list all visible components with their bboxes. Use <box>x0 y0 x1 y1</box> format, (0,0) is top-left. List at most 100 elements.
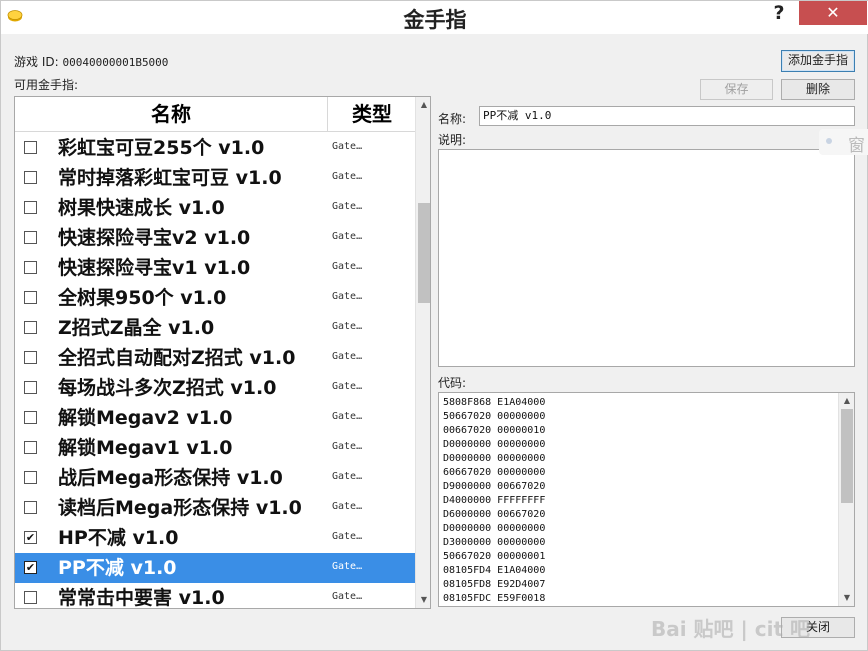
cheat-enabled-checkbox[interactable] <box>24 441 37 454</box>
cheat-enabled-checkbox[interactable] <box>24 591 37 604</box>
code-scrollbar[interactable]: ▲ ▼ <box>838 393 854 606</box>
cheat-name: 全树果950个 v1.0 <box>58 287 227 309</box>
cheat-enabled-checkbox[interactable] <box>24 471 37 484</box>
watermark: Bai 贴吧 | cit 吧 <box>651 617 811 641</box>
code-scroll-up-icon[interactable]: ▲ <box>839 393 854 409</box>
table-row[interactable]: 常时掉落彩虹宝可豆 v1.0 Gate… <box>15 163 415 193</box>
cheat-name: 快速探险寻宝v2 v1.0 <box>58 227 251 249</box>
game-id-caption: 游戏 ID: <box>14 55 59 69</box>
table-row[interactable]: 解锁Megav1 v1.0 Gate… <box>15 433 415 463</box>
table-row[interactable]: 快速探险寻宝v2 v1.0 Gate… <box>15 223 415 253</box>
list-scrollbar[interactable]: ▲ ▼ <box>415 97 430 608</box>
window-title: 金手指 <box>403 8 467 32</box>
cheat-enabled-checkbox[interactable] <box>24 321 37 334</box>
code-line: D0000000 00000000 <box>443 439 546 450</box>
cheat-enabled-checkbox[interactable] <box>24 201 37 214</box>
cheat-name: 彩虹宝可豆255个 v1.0 <box>58 137 265 159</box>
cheat-type: Gate… <box>332 471 363 482</box>
table-row[interactable]: 每场战斗多次Z招式 v1.0 Gate… <box>15 373 415 403</box>
game-id-value: 00040000001B5000 <box>62 56 169 69</box>
table-row[interactable]: 全树果950个 v1.0 Gate… <box>15 283 415 313</box>
cheat-type: Gate… <box>332 201 363 212</box>
cheat-name: PP不减 v1.0 <box>58 557 177 579</box>
scroll-up-icon[interactable]: ▲ <box>416 97 430 113</box>
cheat-enabled-checkbox[interactable] <box>24 501 37 514</box>
code-line: 00667020 00000010 <box>443 425 546 436</box>
table-row[interactable]: ✔ PP不减 v1.0 Gate… <box>15 553 415 583</box>
description-textarea[interactable] <box>438 149 855 367</box>
cheats-dialog: 金手指 ? ✕ 游戏 ID: 00040000001B5000 可用金手指: 添… <box>0 0 868 651</box>
cheat-type: Gate… <box>332 321 363 332</box>
table-row[interactable]: 树果快速成长 v1.0 Gate… <box>15 193 415 223</box>
add-cheat-button[interactable]: 添加金手指 <box>781 50 855 72</box>
code-scroll-down-icon[interactable]: ▼ <box>839 590 854 606</box>
code-line: D0000000 00000000 <box>443 453 546 464</box>
cheat-type: Gate… <box>332 531 363 542</box>
cheat-type: Gate… <box>332 441 363 452</box>
table-row[interactable]: Z招式Z晶全 v1.0 Gate… <box>15 313 415 343</box>
help-button[interactable]: ? <box>763 1 795 25</box>
table-row[interactable]: 解锁Megav2 v1.0 Gate… <box>15 403 415 433</box>
description-label: 说明: <box>438 133 467 147</box>
cheat-name: 常常击中要害 v1.0 <box>58 587 225 609</box>
code-line: D3000000 00000000 <box>443 537 546 548</box>
cheat-type: Gate… <box>332 591 363 602</box>
cheat-name: Z招式Z晶全 v1.0 <box>58 317 215 339</box>
cheat-enabled-checkbox[interactable] <box>24 231 37 244</box>
cheat-enabled-checkbox[interactable] <box>24 411 37 424</box>
column-header-name[interactable]: 名称 <box>15 97 328 132</box>
code-line: 50667020 00000001 <box>443 551 546 562</box>
table-row[interactable]: 常常击中要害 v1.0 Gate… <box>15 583 415 609</box>
cheat-name: 全招式自动配对Z招式 v1.0 <box>58 347 296 369</box>
cheat-name: 快速探险寻宝v1 v1.0 <box>58 257 251 279</box>
table-row[interactable]: ✔ HP不减 v1.0 Gate… <box>15 523 415 553</box>
available-cheats-label: 可用金手指: <box>14 78 79 92</box>
delete-button[interactable]: 删除 <box>781 79 855 100</box>
cheat-type: Gate… <box>332 261 363 272</box>
cheat-enabled-checkbox[interactable] <box>24 261 37 274</box>
cheat-enabled-checkbox[interactable]: ✔ <box>24 531 37 544</box>
cheat-type: Gate… <box>332 411 363 422</box>
table-row[interactable]: 彩虹宝可豆255个 v1.0 Gate… <box>15 133 415 163</box>
cheat-name: 战后Mega形态保持 v1.0 <box>58 467 283 489</box>
cheat-name: 读档后Mega形态保持 v1.0 <box>58 497 302 519</box>
code-line: 50667020 00000000 <box>443 411 546 422</box>
code-line: D6000000 00667020 <box>443 509 546 520</box>
cheat-type: Gate… <box>332 231 363 242</box>
overlay-text: 窗 <box>848 136 865 156</box>
code-textarea[interactable]: 5808F868 E1A04000 50667020 00000000 006670… <box>438 392 855 607</box>
cheat-name: 解锁Megav1 v1.0 <box>58 437 233 459</box>
table-row[interactable]: 快速探险寻宝v1 v1.0 Gate… <box>15 253 415 283</box>
cheat-type: Gate… <box>332 561 363 572</box>
code-line: 60667020 00000000 <box>443 467 546 478</box>
code-line: D9000000 00667020 <box>443 481 546 492</box>
cheat-enabled-checkbox[interactable] <box>24 381 37 394</box>
name-label: 名称: <box>438 112 467 126</box>
table-row[interactable]: 读档后Mega形态保持 v1.0 Gate… <box>15 493 415 523</box>
cheat-enabled-checkbox[interactable] <box>24 291 37 304</box>
table-row[interactable]: 全招式自动配对Z招式 v1.0 Gate… <box>15 343 415 373</box>
cheat-type: Gate… <box>332 141 363 152</box>
window-close-button[interactable]: ✕ <box>799 1 867 25</box>
cheat-enabled-checkbox[interactable] <box>24 351 37 364</box>
side-overlay: 窗 <box>819 129 868 156</box>
column-header-type[interactable]: 类型 <box>329 97 415 132</box>
cheat-type: Gate… <box>332 171 363 182</box>
code-line: 08105FD4 E1A04000 <box>443 565 546 576</box>
cheat-enabled-checkbox[interactable] <box>24 171 37 184</box>
scroll-thumb[interactable] <box>418 203 430 303</box>
cheat-type: Gate… <box>332 351 363 362</box>
cheat-list[interactable]: 名称 类型 彩虹宝可豆255个 v1.0 Gate… 常时掉落彩虹宝可豆 v1.0 G… <box>14 96 431 609</box>
code-scroll-thumb[interactable] <box>841 409 853 503</box>
cheat-enabled-checkbox[interactable]: ✔ <box>24 561 37 574</box>
cheat-name: HP不减 v1.0 <box>58 527 179 549</box>
save-button[interactable]: 保存 <box>700 79 773 100</box>
code-line: D4000000 FFFFFFFF <box>443 495 546 506</box>
table-row[interactable]: 战后Mega形态保持 v1.0 Gate… <box>15 463 415 493</box>
cheat-enabled-checkbox[interactable] <box>24 141 37 154</box>
scroll-down-icon[interactable]: ▼ <box>416 592 430 608</box>
cheat-name: 每场战斗多次Z招式 v1.0 <box>58 377 277 399</box>
cheat-rows: 彩虹宝可豆255个 v1.0 Gate… 常时掉落彩虹宝可豆 v1.0 Gate… 树果… <box>15 133 415 609</box>
code-line: 08105FDC E59F0018 <box>443 593 546 604</box>
cheat-name-input[interactable]: PP不减 v1.0 <box>479 106 855 126</box>
